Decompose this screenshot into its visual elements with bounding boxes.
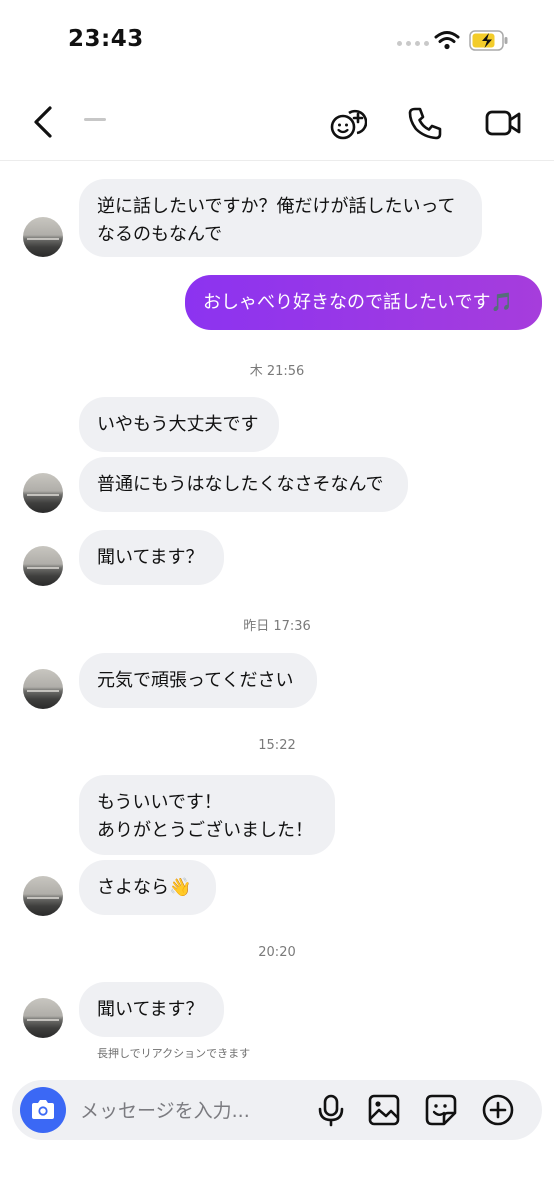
- timestamp: 昨日 17:36: [243, 619, 311, 634]
- avatar[interactable]: [23, 998, 63, 1038]
- avatar[interactable]: [23, 217, 63, 257]
- message-incoming[interactable]: 逆に話したいですか？俺だけが話したいって なるのもなんで: [79, 179, 482, 257]
- wifi-icon: [434, 31, 460, 50]
- message-incoming[interactable]: いやもう大丈夫です: [79, 397, 279, 452]
- back-icon[interactable]: [30, 104, 58, 140]
- avatar[interactable]: [23, 876, 63, 916]
- status-time: 23:43: [68, 26, 144, 52]
- contact-name[interactable]: [84, 118, 106, 121]
- avatar[interactable]: [23, 546, 63, 586]
- message-incoming[interactable]: 聞いてます？: [79, 982, 224, 1037]
- message-incoming[interactable]: もういいです！ ありがとうございました！: [79, 775, 335, 855]
- message-input[interactable]: メッセージを入力...: [80, 1096, 250, 1123]
- avatar[interactable]: [23, 473, 63, 513]
- message-incoming[interactable]: さよなら👋: [79, 860, 216, 915]
- image-icon[interactable]: [367, 1093, 401, 1127]
- message-outgoing[interactable]: おしゃべり好きなので話したいです🎵: [185, 275, 542, 330]
- reaction-hint: 長押しでリアクションできます: [97, 1047, 251, 1060]
- message-incoming[interactable]: 元気で頑張ってください: [79, 653, 317, 708]
- sticker-icon[interactable]: [424, 1093, 458, 1127]
- camera-button[interactable]: [20, 1087, 66, 1133]
- cellular-signal-icon: [397, 41, 429, 46]
- camera-icon: [32, 1100, 54, 1119]
- message-incoming[interactable]: 聞いてます？: [79, 530, 224, 585]
- timestamp: 木 21:56: [249, 364, 305, 379]
- timestamp: 15:22: [258, 738, 296, 753]
- phone-icon[interactable]: [406, 104, 444, 142]
- header-divider: [0, 160, 554, 161]
- plus-icon[interactable]: [481, 1093, 515, 1127]
- video-icon[interactable]: [484, 104, 522, 142]
- message-incoming[interactable]: 普通にもうはなしたくなさそなんで: [79, 457, 408, 512]
- battery-icon: [469, 30, 508, 51]
- add-people-icon[interactable]: [329, 104, 367, 142]
- avatar[interactable]: [23, 669, 63, 709]
- mic-icon[interactable]: [314, 1093, 348, 1127]
- timestamp: 20:20: [258, 945, 296, 960]
